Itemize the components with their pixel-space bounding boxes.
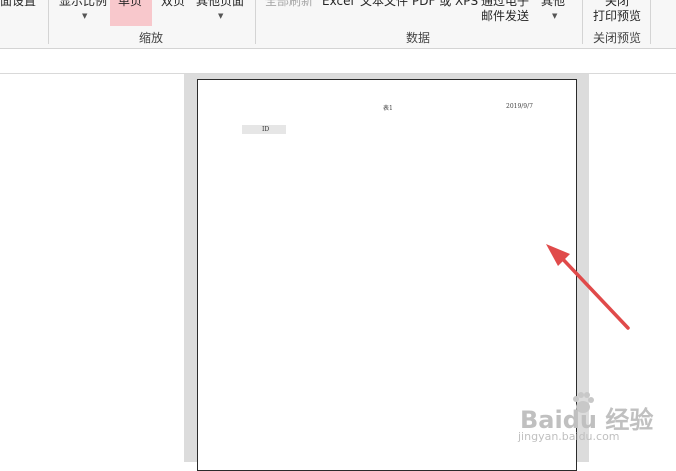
baidu-watermark: Baidu 经验 jingyan.baidu.com: [518, 388, 676, 462]
watermark-url: jingyan.baidu.com: [518, 430, 620, 443]
